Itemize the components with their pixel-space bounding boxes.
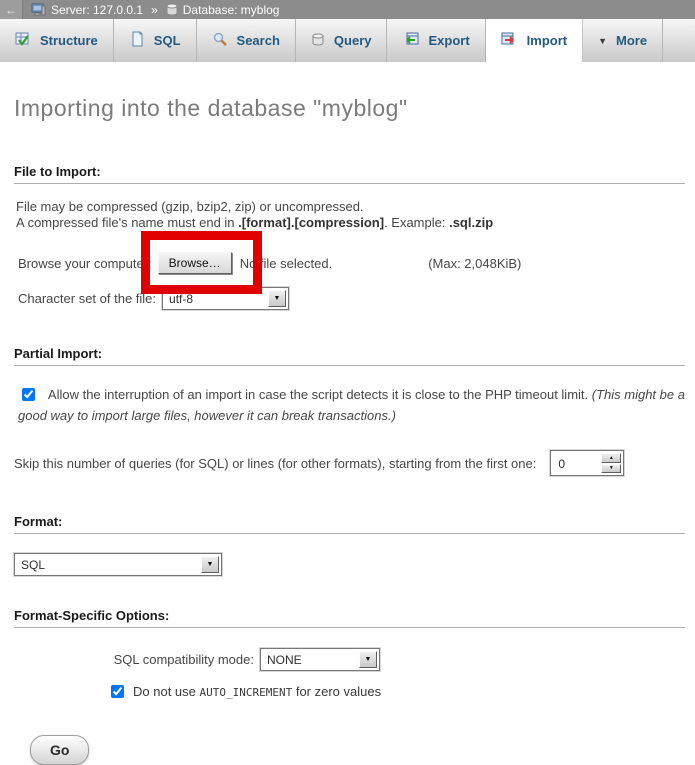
skip-number-input[interactable]: 0 ▲ ▼ (550, 450, 624, 476)
interrupt-text: Allow the interruption of an import in c… (48, 387, 592, 402)
tab-label: SQL (154, 33, 181, 48)
interrupt-row: Allow the interruption of an import in c… (18, 384, 687, 426)
page-title: Importing into the database "myblog" (14, 95, 689, 122)
export-icon (402, 31, 419, 50)
autoinc-label-suffix: for zero values (292, 684, 381, 699)
section-heading-partial-import: Partial Import: (14, 346, 685, 366)
format-selected-value: SQL (15, 554, 199, 575)
format-select[interactable]: SQL ▼ (14, 553, 222, 576)
breadcrumb: Server: 127.0.0.1 » Database: myblog (23, 3, 279, 17)
compression-note: File may be compressed (gzip, bzip2, zip… (16, 199, 364, 214)
charset-row: Character set of the file: utf-8 ▼ (18, 287, 689, 310)
sql-icon (129, 31, 145, 50)
server-icon (31, 3, 46, 17)
autoinc-row: Do not use AUTO_INCREMENT for zero value… (111, 684, 689, 699)
spin-down-icon[interactable]: ▼ (601, 464, 621, 474)
filename-rule-prefix: A compressed file's name must end in (16, 215, 238, 230)
tab-export[interactable]: Export (387, 19, 485, 62)
tab-structure[interactable]: Structure (0, 19, 114, 62)
tab-bar: Structure SQL Search Query Export Import… (0, 19, 695, 62)
structure-icon (15, 31, 31, 50)
section-heading-format-specific: Format-Specific Options: (14, 608, 685, 628)
skip-row: Skip this number of queries (for SQL) or… (14, 450, 689, 476)
filename-rule-example: .sql.zip (449, 215, 493, 230)
compat-row: SQL compatibility mode: NONE ▼ (14, 648, 689, 671)
breadcrumb-server[interactable]: Server: 127.0.0.1 (51, 3, 143, 17)
tab-query[interactable]: Query (296, 19, 388, 62)
tab-label: Import (527, 33, 567, 48)
import-icon (501, 31, 518, 50)
charset-label: Character set of the file: (18, 291, 156, 306)
filename-rule-mid: . Example: (384, 215, 449, 230)
section-heading-format: Format: (14, 514, 685, 534)
go-button[interactable]: Go (30, 735, 89, 765)
tab-label: Export (428, 33, 469, 48)
tab-label: Search (237, 33, 280, 48)
browse-button-wrapper: Browse… (158, 252, 232, 274)
tab-import[interactable]: Import (486, 19, 583, 62)
spinner-buttons: ▲ ▼ (601, 453, 621, 473)
database-icon (166, 3, 178, 16)
autoinc-label: Do not use AUTO_INCREMENT for zero value… (133, 684, 381, 699)
back-arrow-icon: ← (5, 3, 17, 17)
no-file-selected-text: No file selected. (240, 256, 333, 271)
dropdown-arrow-icon[interactable]: ▼ (201, 556, 219, 573)
dropdown-arrow-icon[interactable]: ▼ (359, 651, 377, 668)
compat-select[interactable]: NONE ▼ (260, 648, 380, 671)
section-heading-file-to-import: File to Import: (14, 164, 685, 184)
file-description: File may be compressed (gzip, bzip2, zip… (16, 199, 689, 231)
max-size-text: (Max: 2,048KiB) (428, 256, 521, 271)
charset-selected-value: utf-8 (163, 288, 266, 309)
tab-search[interactable]: Search (197, 19, 296, 62)
dropdown-arrow-icon[interactable]: ▼ (268, 290, 286, 307)
skip-label: Skip this number of queries (for SQL) or… (14, 456, 536, 471)
tab-label: Query (334, 33, 372, 48)
import-page: Importing into the database "myblog" Fil… (0, 95, 695, 765)
charset-select[interactable]: utf-8 ▼ (162, 287, 289, 310)
spin-up-icon[interactable]: ▲ (601, 453, 621, 463)
skip-value: 0 (551, 451, 599, 475)
compat-selected-value: NONE (261, 649, 357, 670)
interrupt-checkbox[interactable] (22, 388, 35, 401)
browse-row: Browse your computer: Browse… No file se… (18, 252, 689, 274)
tab-label: Structure (40, 33, 98, 48)
autoinc-label-code: AUTO_INCREMENT (200, 686, 293, 699)
breadcrumb-separator: » (151, 3, 158, 17)
search-icon (212, 31, 228, 50)
tab-sql[interactable]: SQL (114, 19, 197, 62)
breadcrumb-bar: ← Server: 127.0.0.1 » Database: myblog (0, 0, 695, 19)
browse-label: Browse your computer: (18, 256, 152, 271)
compat-label: SQL compatibility mode: (14, 652, 254, 667)
filename-rule-pattern: .[format].[compression] (238, 215, 384, 230)
autoinc-label-prefix: Do not use (133, 684, 200, 699)
tab-more[interactable]: ▼ More (583, 19, 663, 62)
query-icon (311, 32, 325, 50)
browse-button[interactable]: Browse… (158, 252, 232, 274)
back-button[interactable]: ← (0, 0, 23, 19)
autoinc-checkbox[interactable] (111, 685, 124, 698)
tab-label: More (616, 33, 647, 48)
chevron-down-icon: ▼ (598, 36, 607, 46)
breadcrumb-database[interactable]: Database: myblog (183, 3, 280, 17)
